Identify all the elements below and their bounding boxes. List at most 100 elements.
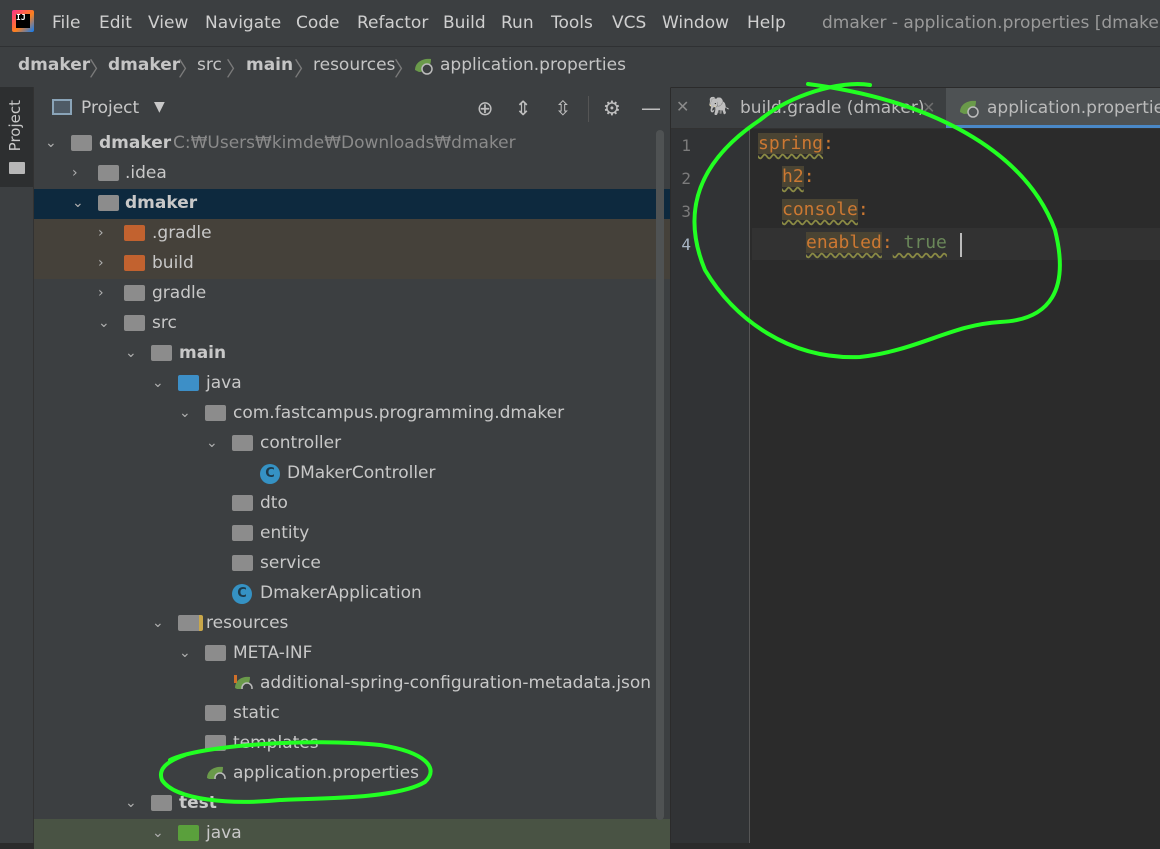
chevron-down-icon[interactable]: ⌄ [98, 315, 110, 331]
yaml-key: console [782, 199, 858, 220]
chevron-down-icon[interactable]: ▼ [154, 99, 165, 115]
code-line[interactable]: enabled: true [806, 232, 947, 253]
code-line[interactable]: spring: [758, 133, 834, 154]
test-source-folder-icon [178, 825, 199, 841]
chevron-right-icon[interactable]: › [98, 225, 104, 241]
tree-row[interactable]: ⌄ java [34, 819, 670, 849]
code-line[interactable]: h2: [782, 166, 815, 187]
folder-icon [205, 705, 226, 721]
breadcrumb-item[interactable]: resources [313, 55, 395, 75]
chevron-down-icon[interactable]: ⌄ [152, 825, 164, 841]
tree-item-label: java [206, 823, 242, 843]
tree-row[interactable]: › .gradle [34, 219, 670, 249]
menu-build[interactable]: Build [443, 13, 486, 33]
breadcrumb-item[interactable]: main [246, 55, 293, 75]
tree-item-label: java [206, 373, 242, 393]
tree-row[interactable]: application.properties [34, 759, 670, 789]
tree-row[interactable]: › .idea [34, 159, 670, 189]
minimize-icon[interactable]: — [639, 96, 663, 120]
menu-view[interactable]: View [148, 13, 188, 33]
spring-properties-icon [415, 58, 433, 75]
menu-edit[interactable]: Edit [99, 13, 132, 33]
tree-item-label: dmaker [125, 193, 198, 213]
module-folder-icon [98, 195, 119, 211]
menu-navigate[interactable]: Navigate [205, 13, 281, 33]
menu-refactor[interactable]: Refactor [357, 13, 428, 33]
tab-application-properties[interactable]: application.properties [946, 88, 1160, 128]
menu-file[interactable]: File [52, 13, 80, 33]
chevron-down-icon[interactable]: ⌄ [125, 795, 137, 811]
project-scrollbar[interactable] [656, 130, 664, 820]
tree-item-label: controller [260, 433, 342, 453]
tree-row[interactable]: ⌄ src [34, 309, 670, 339]
tree-row[interactable]: ⌄ dmaker C:₩Users₩kimde₩Downloads₩dmaker [34, 129, 670, 159]
tool-window-strip [0, 87, 34, 843]
locate-icon[interactable]: ⊕ [473, 96, 497, 120]
chevron-down-icon[interactable]: ⌄ [152, 615, 164, 631]
tree-row[interactable]: entity [34, 519, 670, 549]
tree-item-label: additional-spring-configuration-metadata… [260, 673, 652, 693]
tree-row[interactable]: ⌄ dmaker [34, 189, 670, 219]
close-icon[interactable]: ✕ [676, 97, 689, 116]
line-number: 4 [681, 235, 691, 254]
chevron-down-icon[interactable]: ⌄ [179, 405, 191, 421]
tree-row[interactable]: additional-spring-configuration-metadata… [34, 669, 670, 699]
collapse-all-icon[interactable]: ⇳ [551, 96, 575, 120]
tree-item-label: dto [260, 493, 288, 513]
yaml-key: h2 [782, 166, 804, 187]
close-icon[interactable]: ✕ [922, 98, 935, 117]
tree-row[interactable]: ⌄ test [34, 789, 670, 819]
chevron-down-icon[interactable]: ⌄ [72, 195, 84, 211]
code-line[interactable]: console: [782, 199, 869, 220]
tree-row[interactable]: C DmakerApplication [34, 579, 670, 609]
tree-row[interactable]: › gradle [34, 279, 670, 309]
tree-row[interactable]: static [34, 699, 670, 729]
chevron-down-icon[interactable]: ⌄ [45, 135, 57, 151]
tree-item-label: resources [206, 613, 289, 633]
tree-row[interactable]: ⌄ META-INF [34, 639, 670, 669]
spring-properties-icon [207, 766, 226, 779]
tree-row[interactable]: templates [34, 729, 670, 759]
line-number: 2 [681, 169, 691, 188]
window-title: dmaker - application.properties [dmaker.… [822, 13, 1160, 33]
menu-run[interactable]: Run [501, 13, 534, 33]
breadcrumb-item[interactable]: dmaker [108, 55, 180, 75]
chevron-down-icon[interactable]: ⌄ [152, 375, 164, 391]
expand-all-icon[interactable]: ⇕ [511, 96, 535, 120]
tree-row[interactable]: ⌄ controller [34, 429, 670, 459]
package-icon [232, 495, 253, 511]
tree-row[interactable]: ⌄ resources [34, 609, 670, 639]
menu-window[interactable]: Window [662, 13, 729, 33]
tree-row[interactable]: dto [34, 489, 670, 519]
tree-item-label: META-INF [233, 643, 313, 663]
menu-code[interactable]: Code [296, 13, 340, 33]
chevron-right-icon[interactable]: › [98, 285, 104, 301]
gear-icon[interactable]: ⚙ [600, 96, 624, 120]
module-folder-icon [71, 135, 92, 151]
tree-row[interactable]: ⌄ java [34, 369, 670, 399]
tab-build-gradle[interactable]: 🐘 build.gradle (dmaker) ✕ [700, 88, 940, 128]
menu-vcs[interactable]: VCS [612, 13, 646, 33]
breadcrumb-item[interactable]: dmaker [18, 55, 90, 75]
tree-row[interactable]: ⌄ main [34, 339, 670, 369]
menu-tools[interactable]: Tools [551, 13, 593, 33]
tree-row[interactable]: ⌄ com.fastcampus.programming.dmaker [34, 399, 670, 429]
breadcrumb-separator-icon: 〉 [89, 57, 109, 81]
tree-row[interactable]: › build [34, 249, 670, 279]
project-view-icon [52, 99, 72, 115]
project-tool-label[interactable]: Project [6, 100, 24, 151]
tree-item-label: templates [233, 733, 319, 753]
tree-row[interactable]: service [34, 549, 670, 579]
breadcrumb-item[interactable]: application.properties [440, 55, 626, 75]
menu-help[interactable]: Help [747, 13, 786, 33]
tree-row[interactable]: C DMakerController [34, 459, 670, 489]
tree-item-label: DmakerApplication [260, 583, 422, 603]
chevron-down-icon[interactable]: ⌄ [206, 435, 218, 451]
chevron-down-icon[interactable]: ⌄ [179, 645, 191, 661]
chevron-right-icon[interactable]: › [98, 255, 104, 271]
project-panel-title[interactable]: Project [81, 98, 139, 118]
chevron-right-icon[interactable]: › [72, 165, 78, 181]
intellij-logo-icon: IJ [12, 10, 34, 32]
breadcrumb-item[interactable]: src [197, 55, 222, 75]
chevron-down-icon[interactable]: ⌄ [125, 345, 137, 361]
